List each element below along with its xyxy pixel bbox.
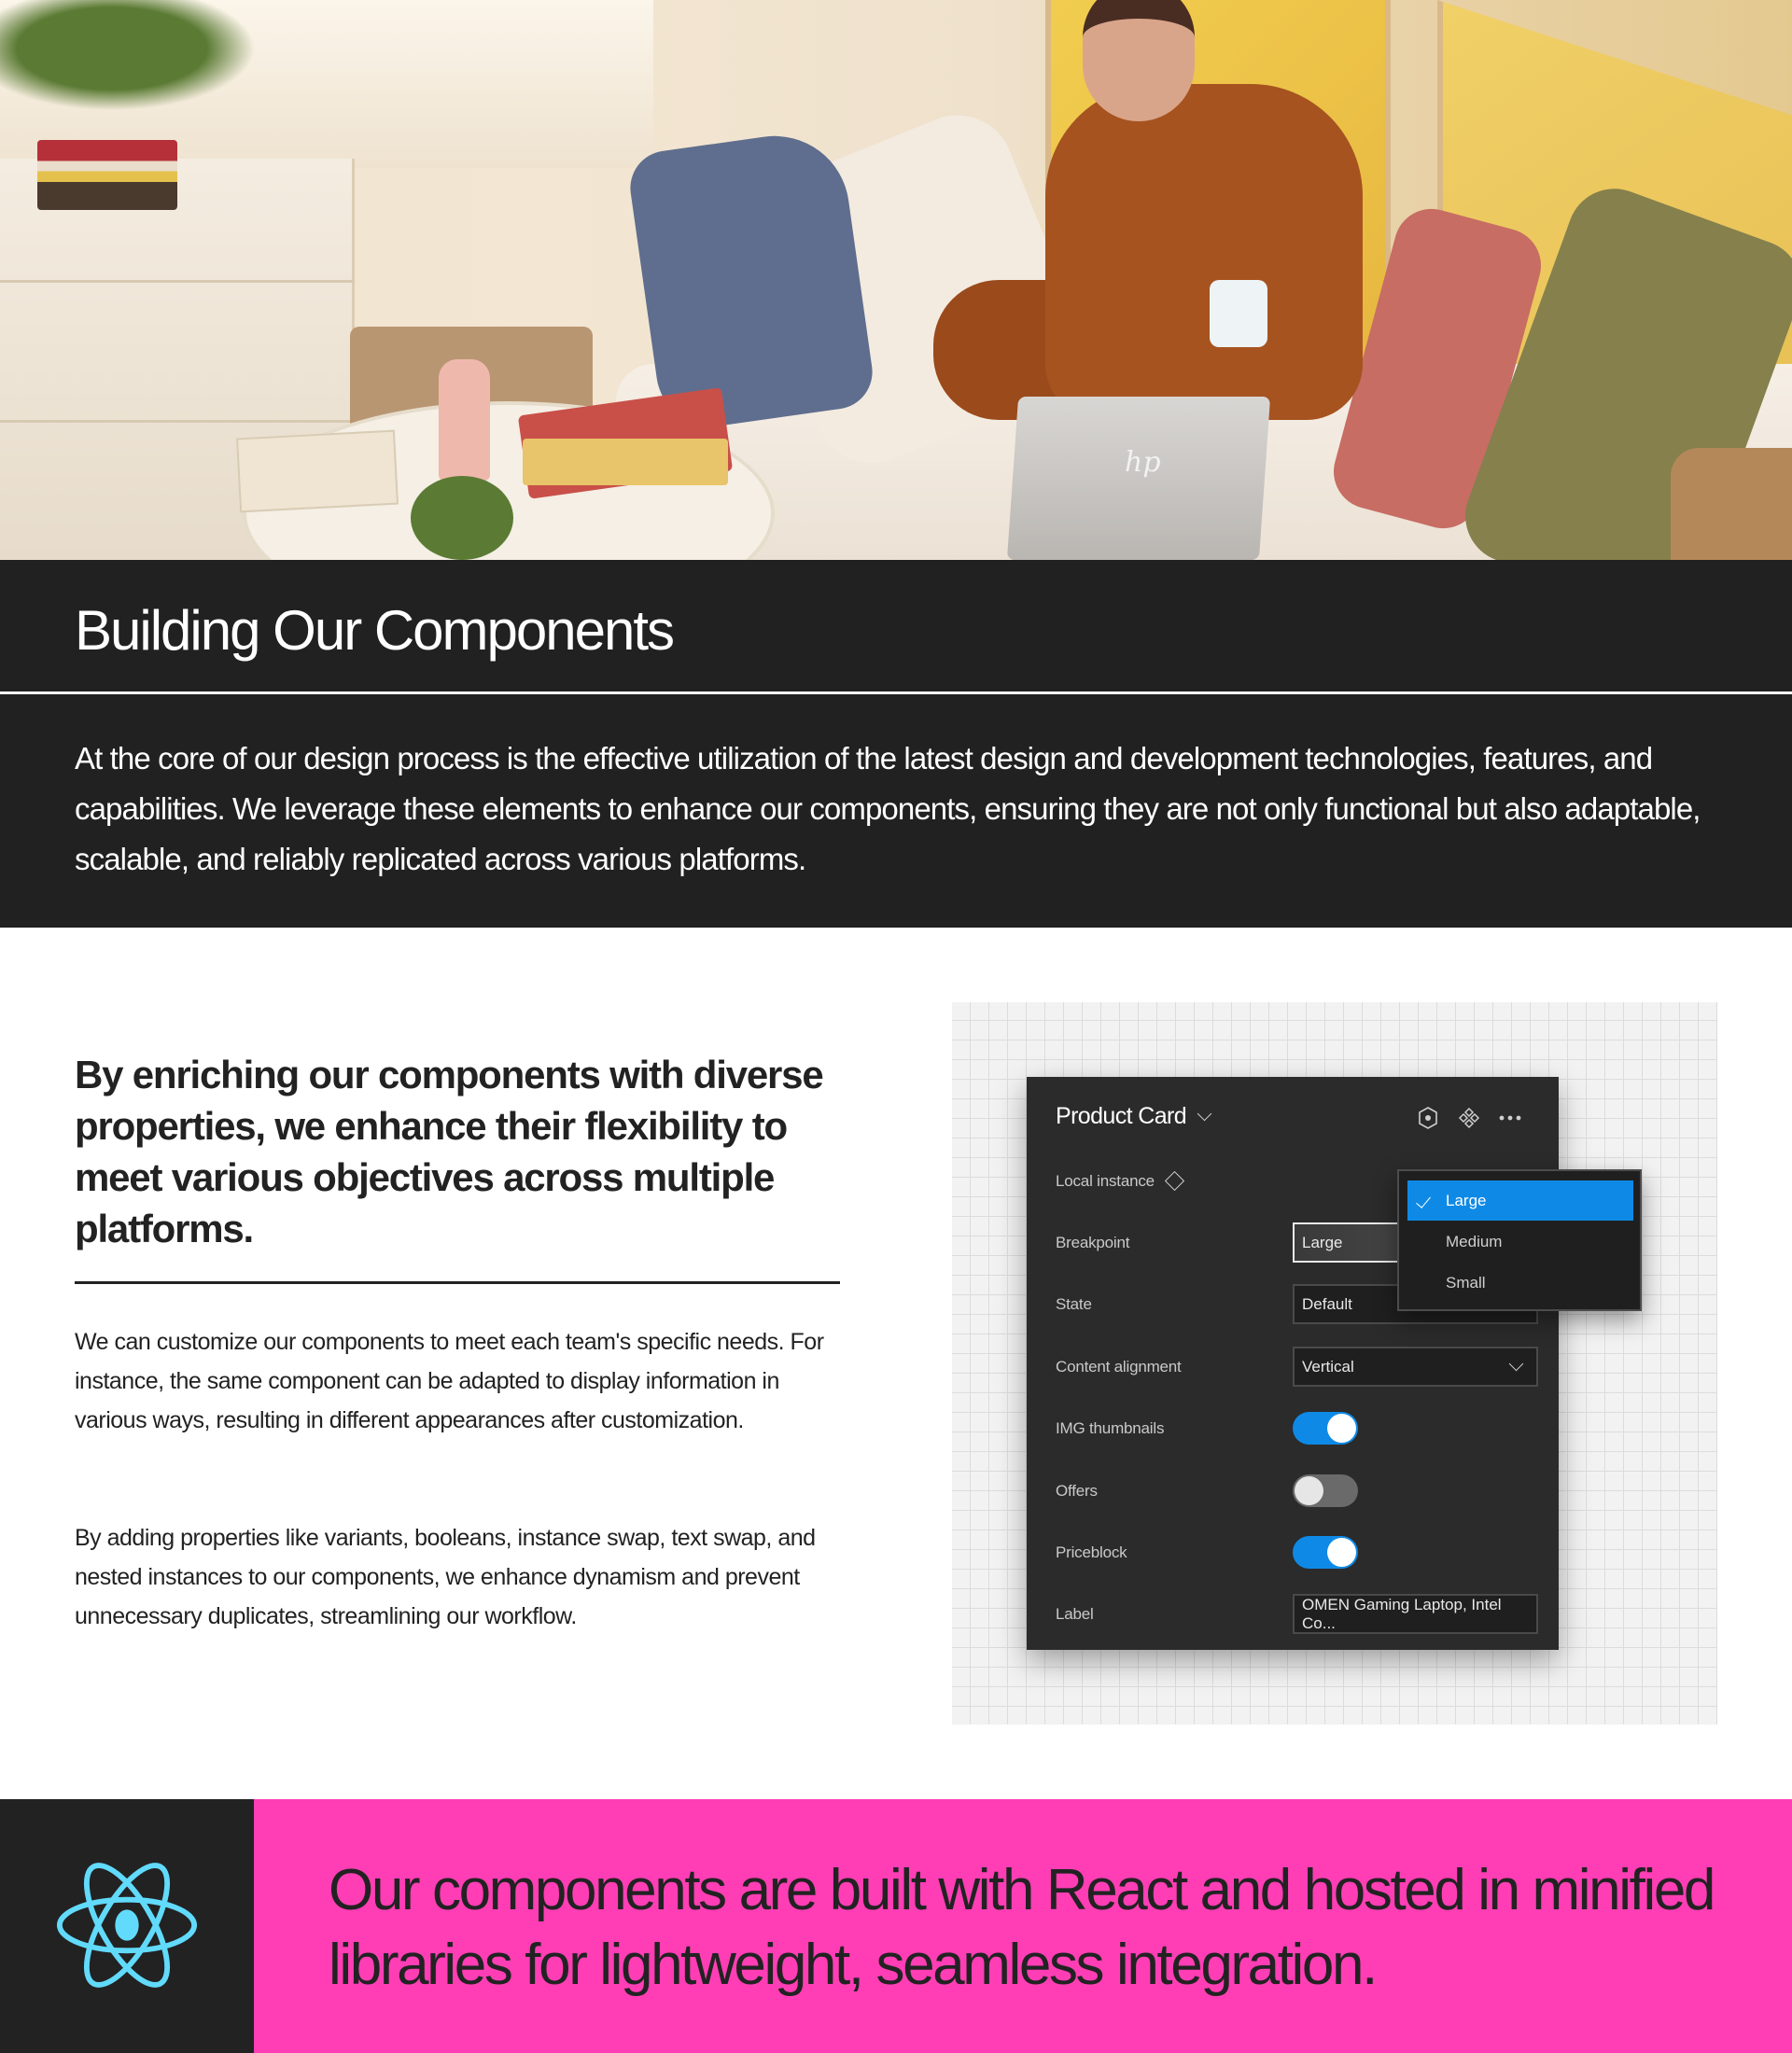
chevron-down-icon [1197, 1106, 1212, 1122]
features-lead: By enriching our components with diverse… [75, 1053, 824, 1250]
property-label: Breakpoint [1056, 1233, 1130, 1251]
banner-text: Our components are built with React and … [329, 1858, 1715, 1997]
dropdown-option-small[interactable]: Small [1407, 1263, 1633, 1303]
property-label: Content alignment [1056, 1357, 1182, 1376]
select-value: Vertical [1302, 1357, 1354, 1376]
react-icon-block [0, 1799, 254, 2053]
select-value: Default [1302, 1294, 1352, 1313]
text-field-value: OMEN Gaming Laptop, Intel Co... [1302, 1595, 1502, 1632]
notebook [236, 429, 399, 513]
property-label: State [1056, 1294, 1092, 1313]
basket [1671, 448, 1792, 560]
toggle-knob [1295, 1476, 1323, 1505]
property-row-content-alignment: Content alignment Vertical [1056, 1347, 1538, 1387]
book [523, 439, 728, 485]
local-instance-label: Local instance [1056, 1171, 1155, 1190]
panel-header-actions [1417, 1107, 1521, 1129]
offers-toggle[interactable] [1293, 1474, 1358, 1507]
properties-panel: Product Card Local instance Breakpoint L… [1027, 1077, 1559, 1650]
person [1045, 84, 1363, 420]
toggle-knob [1327, 1414, 1356, 1443]
property-row-label: Label OMEN Gaming Laptop, Intel Co... [1056, 1594, 1538, 1634]
dropdown-option-medium[interactable]: Medium [1407, 1222, 1633, 1262]
plant [411, 476, 513, 560]
divider [0, 691, 1792, 694]
property-label: IMG thumbnails [1056, 1418, 1165, 1437]
dropdown-option-large[interactable]: Large [1407, 1180, 1633, 1221]
property-label: Priceblock [1056, 1543, 1127, 1561]
react-logo-icon [56, 1863, 198, 1988]
component-selector[interactable]: Product Card [1056, 1103, 1212, 1130]
checkmark-icon [1416, 1193, 1431, 1208]
intro-paragraph: At the core of our design process is the… [75, 741, 1701, 876]
toggle-knob [1327, 1538, 1356, 1567]
property-row-img-thumbnails: IMG thumbnails [1056, 1408, 1538, 1448]
property-row-priceblock: Priceblock [1056, 1532, 1538, 1572]
react-banner: Our components are built with React and … [254, 1799, 1792, 2053]
property-row-offers: Offers [1056, 1471, 1538, 1511]
mug [1210, 280, 1267, 347]
priceblock-toggle[interactable] [1293, 1536, 1358, 1569]
plant-decor [0, 0, 280, 121]
label-text-field[interactable]: OMEN Gaming Laptop, Intel Co... [1293, 1594, 1538, 1634]
panel-title: Product Card [1056, 1103, 1187, 1129]
divider [75, 1281, 840, 1284]
bottle [439, 359, 490, 481]
instance-hexagon-icon[interactable] [1417, 1107, 1439, 1129]
hp-logo-icon: hp [1125, 446, 1161, 479]
select-value: Large [1302, 1233, 1343, 1251]
img-thumbnails-toggle[interactable] [1293, 1412, 1358, 1445]
instance-diamond-icon[interactable] [1164, 1170, 1184, 1192]
features-paragraph: By adding properties like variants, bool… [75, 1525, 816, 1629]
component-icon[interactable] [1458, 1107, 1480, 1129]
page-title: Building Our Components [75, 599, 675, 662]
breakpoint-dropdown-menu: Large Medium Small [1397, 1169, 1642, 1311]
dresser-drawer-line [0, 420, 355, 423]
dresser-drawer-line [0, 280, 355, 283]
person-head [1083, 0, 1195, 121]
book-stack [37, 140, 177, 210]
hero-photo: hp [0, 0, 1792, 560]
property-label: Offers [1056, 1481, 1098, 1500]
intro-section: Building Our Components At the core of o… [0, 560, 1792, 928]
more-options-icon[interactable] [1499, 1107, 1521, 1129]
chevron-down-icon [1508, 1356, 1524, 1372]
content-alignment-select[interactable]: Vertical [1293, 1347, 1538, 1387]
features-paragraph: We can customize our components to meet … [75, 1329, 824, 1433]
property-label: Label [1056, 1604, 1094, 1623]
